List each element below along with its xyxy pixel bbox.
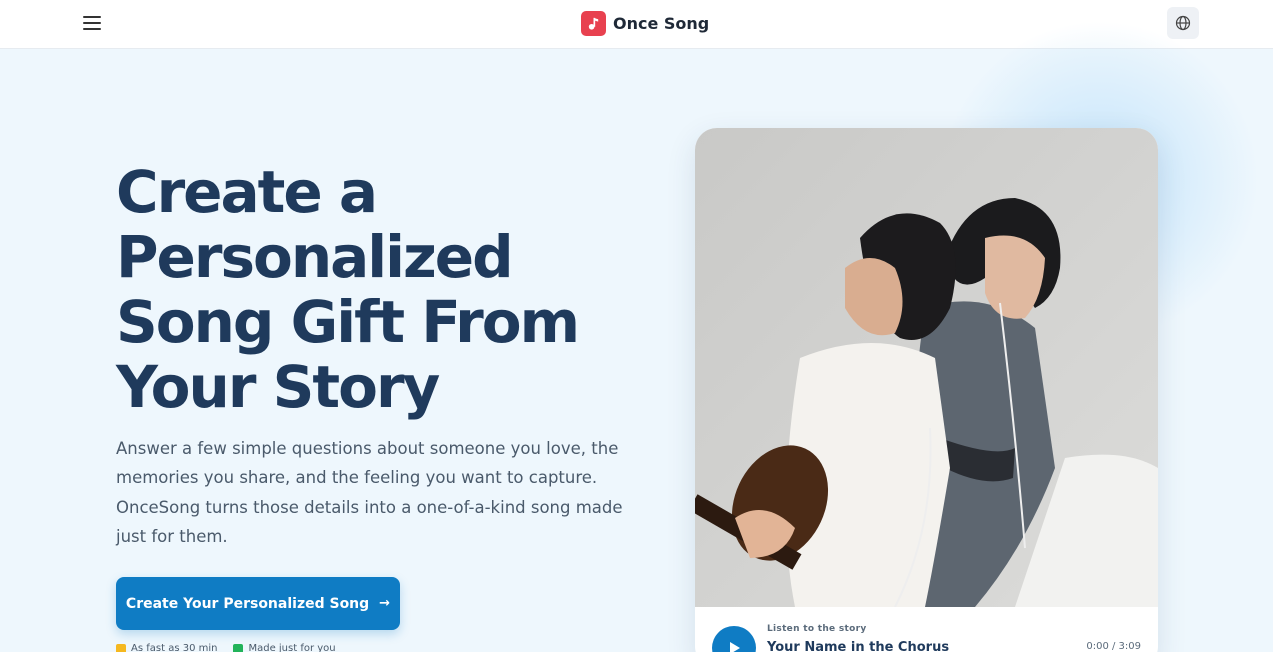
brand-name: Once Song [613, 14, 710, 33]
song-title: Your Name in the Chorus [767, 640, 950, 652]
hero-title: Create a Personalized Song Gift From You… [116, 158, 580, 421]
listen-label: Listen to the story [767, 624, 867, 634]
create-song-button-label: Create Your Personalized Song [125, 595, 370, 612]
create-song-button[interactable]: Create Your Personalized Song → [116, 577, 400, 630]
perk-fast: As fast as 30 min [116, 643, 217, 652]
perk-custom: Made just for you [233, 643, 336, 652]
globe-icon[interactable] [1167, 7, 1199, 39]
song-preview-card: Listen to the story Your Name in the Cho… [695, 128, 1158, 652]
perk-fast-label: As fast as 30 min [131, 643, 218, 652]
brand[interactable]: Once Song [581, 11, 709, 36]
audio-player: Listen to the story Your Name in the Cho… [695, 607, 1158, 652]
music-note-icon [581, 11, 606, 36]
hamburger-menu-icon[interactable] [80, 11, 104, 35]
playback-time: 0:00 / 3:09 [1086, 641, 1141, 652]
arrow-right-icon: → [379, 596, 391, 611]
perks-list: As fast as 30 min Made just for you [116, 643, 336, 652]
hero-description: Answer a few simple questions about some… [116, 439, 623, 546]
lightning-icon [116, 643, 126, 652]
play-icon[interactable] [712, 626, 756, 652]
couple-with-guitar-photo [695, 128, 1158, 607]
check-icon [233, 643, 244, 652]
perk-custom-label: Made just for you [248, 643, 336, 652]
